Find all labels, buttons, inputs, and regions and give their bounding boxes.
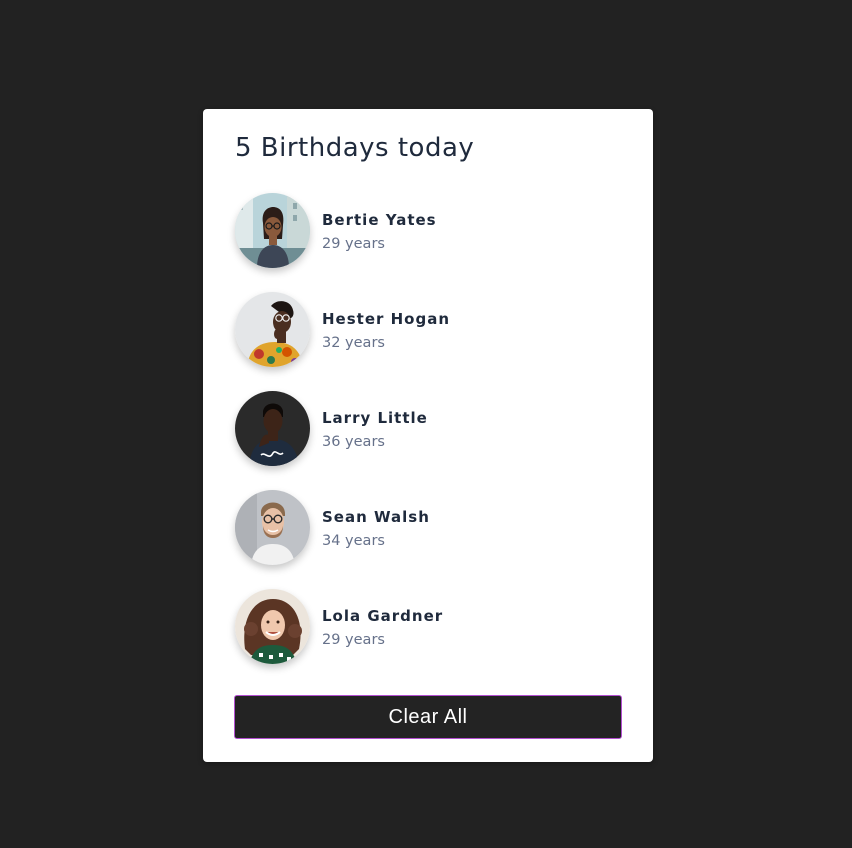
- person-info: Larry Little 36 years: [322, 407, 428, 451]
- avatar: [235, 193, 310, 268]
- person-name: Bertie Yates: [322, 210, 437, 229]
- person-age: 29 years: [322, 235, 385, 252]
- person-age: 34 years: [322, 532, 385, 549]
- avatar-photo-icon: [235, 391, 310, 466]
- avatar-photo-icon: [235, 292, 310, 367]
- avatar-photo-icon: [235, 490, 310, 565]
- list-item: Bertie Yates 29 years: [235, 193, 622, 268]
- person-info: Bertie Yates 29 years: [322, 209, 437, 253]
- person-name: Sean Walsh: [322, 507, 430, 526]
- avatar-photo-icon: [235, 589, 310, 664]
- birthday-list: Bertie Yates 29 years Hester Hogan 32 ye…: [235, 193, 622, 664]
- list-item: Hester Hogan 32 years: [235, 292, 622, 367]
- person-name: Hester Hogan: [322, 309, 451, 328]
- person-age: 32 years: [322, 334, 385, 351]
- person-name: Larry Little: [322, 408, 428, 427]
- clear-all-button[interactable]: Clear All: [234, 695, 622, 739]
- avatar: [235, 589, 310, 664]
- avatar: [235, 391, 310, 466]
- person-info: Lola Gardner 29 years: [322, 605, 443, 649]
- person-name: Lola Gardner: [322, 606, 444, 625]
- person-age: 36 years: [322, 433, 385, 450]
- birthday-card: 5 Birthdays today Bertie Yates 29 years …: [203, 109, 653, 762]
- person-age: 29 years: [322, 631, 385, 648]
- list-item: Sean Walsh 34 years: [235, 490, 622, 565]
- avatar: [235, 292, 310, 367]
- list-item: Lola Gardner 29 years: [235, 589, 622, 664]
- avatar: [235, 490, 310, 565]
- card-title: 5 Birthdays today: [235, 133, 475, 163]
- list-item: Larry Little 36 years: [235, 391, 622, 466]
- person-info: Hester Hogan 32 years: [322, 308, 450, 352]
- avatar-photo-icon: [235, 193, 310, 268]
- person-info: Sean Walsh 34 years: [322, 506, 430, 550]
